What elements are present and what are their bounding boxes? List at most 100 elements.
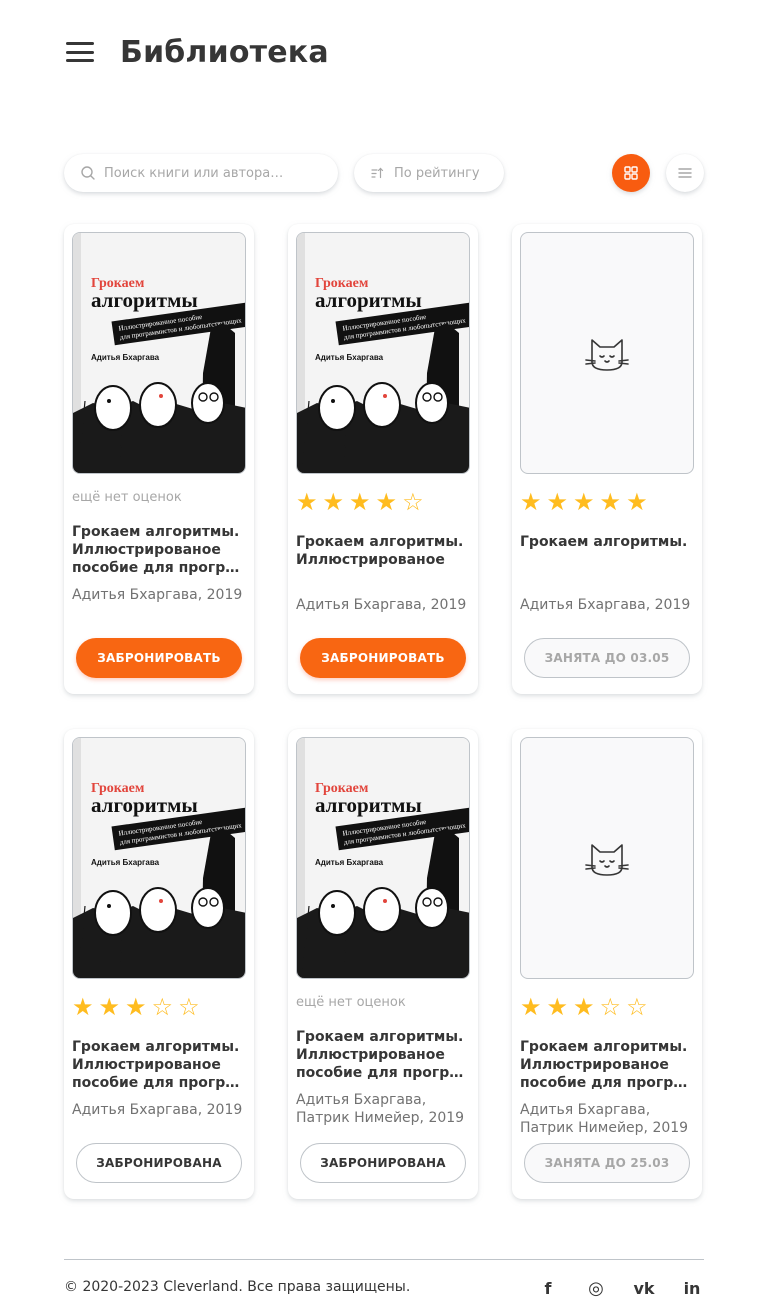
star-filled-icon: ★ [322,488,345,516]
book-title-line: Иллюстрированое [296,552,445,568]
book-author-line: Адитья Бхаргава, 2019 [520,597,691,613]
book-cover-placeholder [520,737,694,979]
book-title-line: пособие для програ… [520,1075,694,1091]
star-filled-icon: ★ [520,488,542,516]
book-title-line: Иллюстрированое [72,1057,221,1073]
star-filled-icon: ★ [599,488,622,516]
book-author: Адитья Бхаргава, 2019 [72,1101,246,1119]
book-cover: Грокаем алгоритмы Иллюстрированное пособие… [296,232,470,474]
book-title-line: Иллюстрированое [72,542,221,558]
star-filled-icon: ★ [98,993,121,1021]
search-field[interactable] [64,154,338,192]
book-button[interactable]: ЗАБРОНИРОВАТЬ [76,638,242,678]
sort-label: По рейтингу [394,165,480,181]
facebook-icon[interactable]: f [536,1276,560,1300]
list-icon [678,168,692,178]
star-empty-icon: ☆ [402,488,424,516]
cover-author: Адитья Бхаргава [91,858,160,867]
menu-burger-icon[interactable] [64,38,96,66]
book-card[interactable]: ★ ★ ★ ★ ★ Грокаем алгоритмы. Адитья Бхаргава, … [512,224,702,694]
book-author: Адитья Бхаргава, 2019 [72,586,246,604]
header: Библиотека [64,30,329,74]
star-empty-icon: ☆ [599,993,622,1021]
book-title-line: пособие для програ… [72,1075,246,1091]
star-empty-icon: ☆ [178,993,200,1021]
book-author: Адитья Бхаргава, 2019 [296,596,470,614]
busy-button: ЗАНЯТА ДО 03.05 [524,638,690,678]
rating-stars: ★ ★ ★ ★ ★ [520,488,653,516]
book-title: Грокаем алгоритмы. Иллюстрированое пособие… [72,523,246,577]
book-cover-illustration: ГрокаемалгоритмыИллюстрированное пособие… [73,233,245,473]
star-filled-icon: ★ [296,488,318,516]
booked-button[interactable]: ЗАБРОНИРОВАНА [76,1143,242,1183]
book-title-line: пособие для програ… [72,560,246,576]
star-filled-icon: ★ [573,488,595,516]
linkedin-icon[interactable]: in [680,1276,704,1300]
book-cover-placeholder [520,232,694,474]
copyright-text: © 2020-2023 Cleverland. Все права защище… [64,1279,411,1295]
vk-icon[interactable]: vk [632,1276,656,1300]
cat-placeholder-icon [585,339,629,371]
book-author-line: Адитья Бхаргава, 2019 [296,597,467,613]
book-title-line: Грокаем алгоритмы. [296,534,464,550]
book-title: Грокаем алгоритмы. Иллюстрированое пособие… [296,1028,470,1082]
cover-author: Адитья Бхаргава [315,353,384,362]
rating-stars: ★ ★ ★ ☆ ☆ [72,993,205,1021]
cover-title-main: алгоритмы [91,288,198,312]
book-author-line: Патрик Нимейер, 2019 [520,1120,689,1136]
grid-icon [624,166,638,180]
star-empty-icon: ☆ [626,993,648,1021]
rating-stars: ★ ★ ★ ☆ ☆ [520,993,653,1021]
star-filled-icon: ★ [375,488,398,516]
book-card[interactable]: Грокаем алгоритмы Иллюстрированное пособие… [64,729,254,1199]
star-filled-icon: ★ [546,993,569,1021]
book-title-line: пособие для програ… [296,1065,470,1081]
grid-view-button[interactable] [612,154,650,192]
book-title-line: Грокаем алгоритмы. [72,1039,240,1055]
star-filled-icon: ★ [125,993,147,1021]
book-author-line: Адитья Бхаргава, 2019 [72,1102,243,1118]
book-author: Адитья Бхаргава, Патрик Нимейер, 2019 [520,1101,694,1137]
book-title-line: Грокаем алгоритмы. [72,524,240,540]
book-author-line: Адитья Бхаргава, 2019 [72,587,243,603]
search-input[interactable] [104,165,314,181]
booked-button[interactable]: ЗАБРОНИРОВАНА [300,1143,466,1183]
book-cover-illustration: ГрокаемалгоритмыИллюстрированное пособие… [297,738,469,978]
book-title-line: Грокаем алгоритмы. [296,1029,464,1045]
cover-title-main: алгоритмы [315,288,422,312]
no-rating-text: ещё нет оценок [296,995,406,1010]
book-card[interactable]: ★ ★ ★ ☆ ☆ Грокаем алгоритмы. Иллюстрированое по… [512,729,702,1199]
book-title-line: Иллюстрированое [520,1057,669,1073]
book-cover-illustration: ГрокаемалгоритмыИллюстрированное пособие… [297,233,469,473]
book-card[interactable]: Грокаем алгоритмы Иллюстрированное пособие… [288,729,478,1199]
star-filled-icon: ★ [520,993,542,1021]
book-card[interactable]: Грокаем алгоритмы Иллюстрированное пособие… [64,224,254,694]
book-title-line: Иллюстрированое [296,1047,445,1063]
cat-placeholder-icon [585,844,629,876]
search-icon [81,166,95,180]
book-author-line: Адитья Бхаргава, [520,1102,651,1118]
book-title: Грокаем алгоритмы. Иллюстрированое пособие… [72,1038,246,1092]
book-title: Грокаем алгоритмы. Иллюстрированое пособие… [520,1038,694,1092]
book-author-line: Адитья Бхаргава, [296,1092,427,1108]
page-title: Библиотека [120,34,329,70]
instagram-icon[interactable]: ◎ [584,1276,608,1300]
book-author-line: Патрик Нимейер, 2019 [296,1110,465,1126]
star-filled-icon: ★ [72,993,94,1021]
book-card[interactable]: Грокаем алгоритмы Иллюстрированное пособие… [288,224,478,694]
sort-icon [371,167,384,179]
list-view-button[interactable] [666,154,704,192]
cover-author: Адитья Бхаргава [315,858,384,867]
book-title-line: Грокаем алгоритмы. [520,1039,688,1055]
cover-title-main: алгоритмы [315,793,422,817]
cover-title-main: алгоритмы [91,793,198,817]
rating-stars: ★ ★ ★ ★ ☆ [296,488,429,516]
book-button[interactable]: ЗАБРОНИРОВАТЬ [300,638,466,678]
book-title-line: Грокаем алгоритмы. [520,534,688,550]
book-cover-illustration: ГрокаемалгоритмыИллюстрированное пособие… [73,738,245,978]
star-empty-icon: ☆ [151,993,174,1021]
star-filled-icon: ★ [626,488,648,516]
sort-button[interactable]: По рейтингу [354,154,504,192]
book-author: Адитья Бхаргава, Патрик Нимейер, 2019 [296,1091,470,1127]
no-rating-text: ещё нет оценок [72,490,182,505]
